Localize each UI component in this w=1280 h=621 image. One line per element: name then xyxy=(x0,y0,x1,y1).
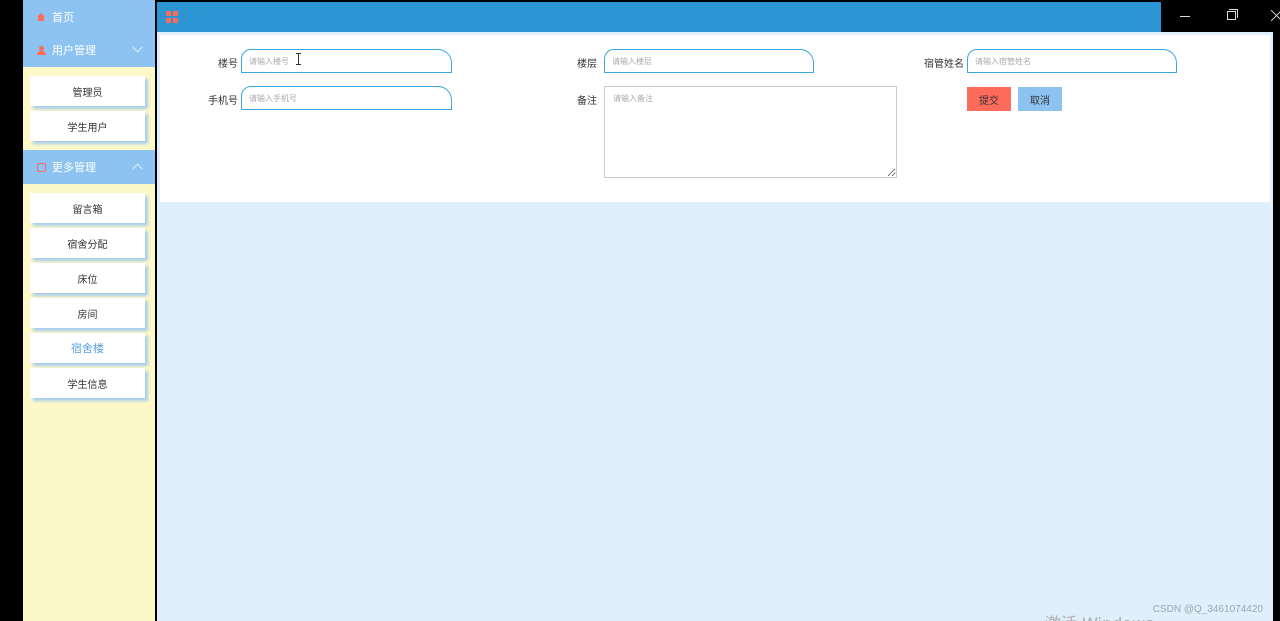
close-icon[interactable] xyxy=(1271,9,1280,21)
sidebar-item-rooms[interactable]: 房间 xyxy=(30,298,145,328)
grid-menu-icon[interactable] xyxy=(166,11,178,23)
user-icon xyxy=(37,45,46,55)
sidebar-group-label: 用户管理 xyxy=(52,44,96,57)
floor-input[interactable] xyxy=(604,49,814,73)
sidebar-item-student-info[interactable]: 学生信息 xyxy=(30,368,145,398)
submenu-more-management: 留言箱 宿舍分配 床位 房间 宿舍楼 学生信息 xyxy=(23,184,155,407)
sidebar-group-more-management[interactable]: 更多管理 xyxy=(23,150,155,184)
top-bar xyxy=(157,2,1161,32)
settings-box-icon xyxy=(37,162,46,172)
dorm-building-form: 楼号 楼层 宿管姓名 手机号 备注 提交 取消 xyxy=(160,35,1270,202)
manager-name-input[interactable] xyxy=(967,49,1177,73)
sidebar-item-dorm-buildings[interactable]: 宿舍楼 xyxy=(30,333,145,363)
restore-icon[interactable] xyxy=(1227,9,1238,20)
sidebar-home-label: 首页 xyxy=(52,10,74,24)
chevron-down-icon xyxy=(132,42,143,53)
text-cursor-icon xyxy=(296,53,301,65)
home-icon xyxy=(37,12,45,21)
manager-name-label: 宿管姓名 xyxy=(924,59,964,70)
windows-activation-text: 激活 Windows xyxy=(1045,610,1154,621)
watermark: CSDN @Q_3461074420 xyxy=(1152,604,1263,615)
building-no-input[interactable] xyxy=(241,49,452,73)
sidebar-group-user-management[interactable]: 用户管理 xyxy=(23,33,155,67)
phone-label: 手机号 xyxy=(208,96,238,107)
sidebar-group-label: 更多管理 xyxy=(52,161,96,174)
floor-label: 楼层 xyxy=(577,59,597,70)
window-controls xyxy=(1161,0,1280,32)
cancel-button[interactable]: 取消 xyxy=(1018,87,1062,111)
minimize-icon[interactable] xyxy=(1180,16,1190,17)
building-no-label: 楼号 xyxy=(218,59,238,70)
sidebar: 首页 用户管理 管理员 学生用户 更多管理 留言箱 宿舍分配 床位 房间 宿舍楼… xyxy=(23,0,155,621)
sidebar-item-dorm-assignment[interactable]: 宿舍分配 xyxy=(30,228,145,258)
note-textarea[interactable] xyxy=(604,86,897,178)
sidebar-home[interactable]: 首页 xyxy=(23,0,155,33)
main-content: 楼号 楼层 宿管姓名 手机号 备注 提交 取消 CSDN @Q_34610744… xyxy=(157,32,1273,621)
sidebar-item-student-users[interactable]: 学生用户 xyxy=(30,111,145,141)
sidebar-item-admin[interactable]: 管理员 xyxy=(30,76,145,106)
phone-input[interactable] xyxy=(241,86,452,110)
note-label: 备注 xyxy=(577,96,597,107)
chevron-up-icon xyxy=(132,163,143,174)
submit-button[interactable]: 提交 xyxy=(967,87,1011,111)
sidebar-item-beds[interactable]: 床位 xyxy=(30,263,145,293)
submenu-user-management: 管理员 学生用户 xyxy=(23,67,155,150)
sidebar-item-message-box[interactable]: 留言箱 xyxy=(30,193,145,223)
